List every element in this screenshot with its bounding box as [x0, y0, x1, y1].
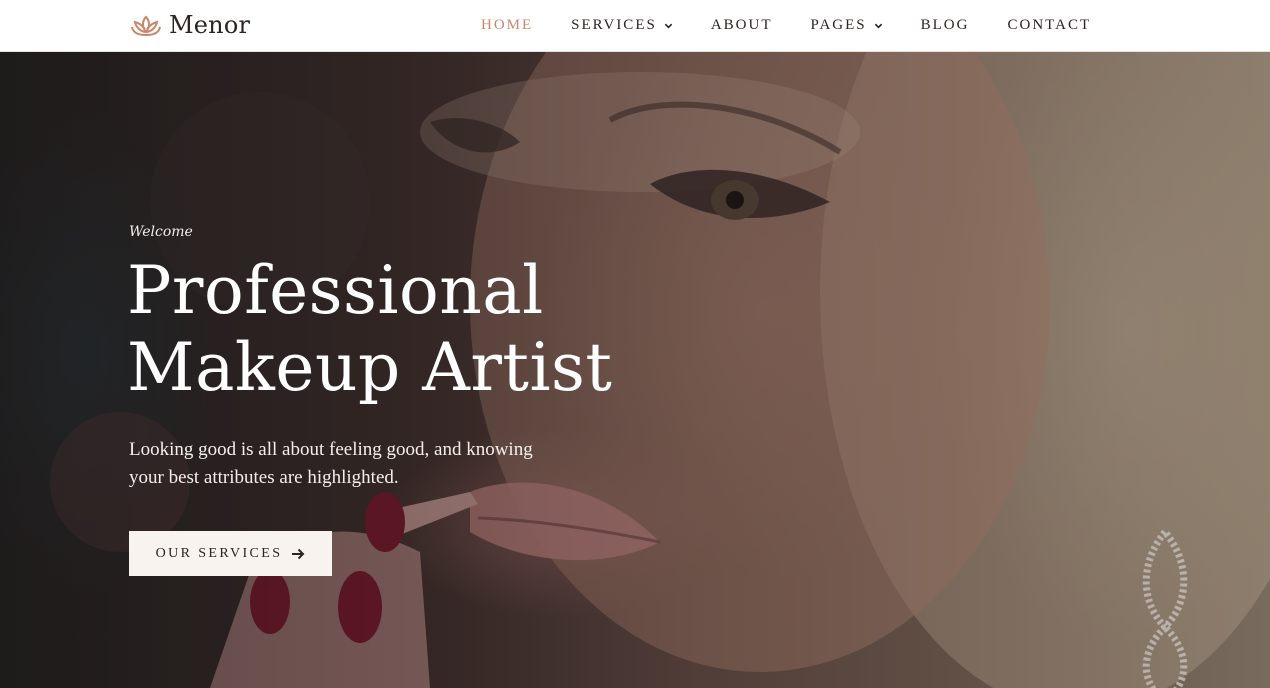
- nav-item-home[interactable]: HOME: [481, 17, 533, 34]
- arrow-right-icon: [292, 548, 305, 559]
- nav-item-label: SERVICES: [571, 17, 657, 33]
- chevron-down-icon: [874, 23, 882, 29]
- logo-link[interactable]: Menor: [129, 9, 250, 41]
- nav-item-label: CONTACT: [1007, 17, 1092, 33]
- brand-name: Menor: [169, 11, 251, 39]
- hero-eyebrow: Welcome: [129, 224, 193, 240]
- nav-item-label: ABOUT: [710, 17, 773, 33]
- nav-item-label: PAGES: [810, 17, 867, 33]
- hero-section: Welcome Professional Makeup Artist Looki…: [0, 52, 1270, 688]
- hero-title-line-1: Professional: [127, 252, 544, 329]
- nav-item-pages[interactable]: PAGES: [811, 17, 883, 34]
- nav-item-services[interactable]: SERVICES: [571, 17, 673, 34]
- hero-title: Professional Makeup Artist: [127, 252, 687, 406]
- our-services-button[interactable]: OUR SERVICES: [129, 531, 332, 576]
- site-header: Menor HOME SERVICES ABOUT PAGES BLOG CON…: [0, 0, 1270, 52]
- nav-item-label: HOME: [481, 17, 534, 33]
- nav-item-about[interactable]: ABOUT: [711, 17, 773, 34]
- chevron-down-icon: [664, 23, 673, 29]
- cta-label: OUR SERVICES: [155, 545, 283, 561]
- nav-item-contact[interactable]: CONTACT: [1007, 17, 1091, 34]
- main-nav: HOME SERVICES ABOUT PAGES BLOG CONTACT: [460, 0, 1129, 51]
- hero-title-line-2: Makeup Artist: [127, 329, 613, 406]
- hero-description: Looking good is all about feeling good, …: [129, 439, 533, 488]
- nav-item-blog[interactable]: BLOG: [921, 17, 970, 34]
- nav-item-label: BLOG: [920, 17, 970, 33]
- lotus-icon: [131, 15, 161, 36]
